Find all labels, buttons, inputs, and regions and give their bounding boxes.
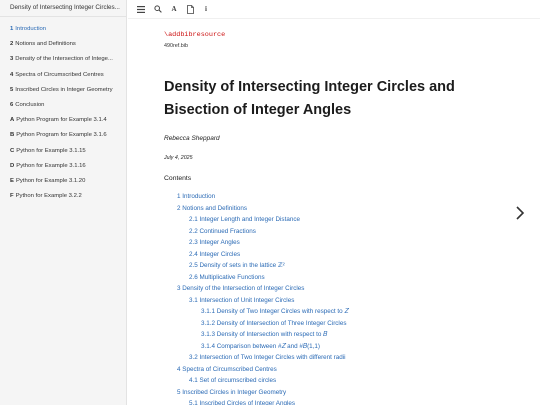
toc-link[interactable]: 5 Inscribed Circles in Integer Geometry bbox=[164, 387, 348, 399]
sidebar-item[interactable]: 2 Notions and Definitions bbox=[0, 37, 126, 52]
sidebar-item[interactable]: F Python for Example 3.2.2 bbox=[0, 189, 126, 204]
sidebar-item[interactable]: 3 Density of the Intersection of Intege..… bbox=[0, 52, 126, 67]
sidebar-item-number: A bbox=[10, 117, 15, 124]
sidebar-item-label: Conclusion bbox=[15, 101, 45, 108]
toc-link[interactable]: 2.3 Integer Angles bbox=[164, 237, 348, 249]
sidebar-item-label: Introduction bbox=[15, 26, 47, 32]
toc-link[interactable]: 3.1 Intersection of Unit Integer Circles bbox=[164, 295, 348, 307]
sidebar-item-label: Python Program for Example 3.1.4 bbox=[16, 117, 107, 124]
sidebar-item[interactable]: C Python for Example 3.1.15 bbox=[0, 144, 126, 159]
sidebar-item-number: 3 bbox=[10, 56, 14, 63]
sidebar-item-number: B bbox=[10, 132, 15, 139]
title-line-1: Density of Intersecting Integer Circles … bbox=[164, 79, 455, 95]
toc-link[interactable]: 3.1.1 Density of Two Integer Circles wit… bbox=[164, 306, 348, 318]
sidebar-item-label: Python for Example 3.1.16 bbox=[16, 162, 86, 169]
sidebar-item[interactable]: A Python Program for Example 3.1.4 bbox=[0, 113, 126, 128]
info-icon[interactable]: i bbox=[201, 4, 211, 14]
sidebar-item-number: E bbox=[10, 177, 14, 184]
sidebar-item[interactable]: 6 Conclusion bbox=[0, 98, 126, 113]
sidebar-item-number: C bbox=[10, 147, 15, 154]
sidebar-item-label: Notions and Definitions bbox=[15, 41, 76, 48]
toc-link[interactable]: 5.1 Inscribed Circles of Integer Angles bbox=[164, 398, 348, 405]
toc-link[interactable]: 2.6 Multiplicative Functions bbox=[164, 272, 348, 284]
sidebar-item[interactable]: D Python for Example 3.1.16 bbox=[0, 159, 126, 174]
sidebar-item-number: 1 bbox=[10, 26, 14, 32]
sidebar-title[interactable]: Density of Intersecting Integer Circles.… bbox=[0, 0, 126, 17]
sidebar-item-number: 2 bbox=[10, 41, 14, 48]
sidebar-item-label: Python for Example 3.1.20 bbox=[15, 177, 86, 184]
sidebar-list: 1 Introduction 2 Notions and Definitions 3 De… bbox=[0, 17, 126, 204]
toc-link[interactable]: 2 Notions and Definitions bbox=[164, 203, 348, 215]
search-icon[interactable] bbox=[153, 4, 163, 14]
sidebar-item[interactable]: 1 Introduction bbox=[0, 22, 126, 37]
bibresource-command: \addbibresource bbox=[164, 31, 226, 39]
sidebar-item-label: Python for Example 3.2.2 bbox=[15, 193, 82, 200]
date: July 4, 2025 bbox=[164, 155, 193, 161]
sidebar-item-number: D bbox=[10, 162, 15, 169]
sidebar-item-label: Python Program for Example 3.1.6 bbox=[16, 132, 107, 139]
bib-filename: 490ref.bib bbox=[164, 43, 188, 49]
toc-link[interactable]: 4 Spectra of Circumscribed Centres bbox=[164, 364, 348, 376]
sidebar-item-label: Spectra of Circumscribed Centres bbox=[15, 71, 104, 78]
sidebar-item[interactable]: B Python Program for Example 3.1.6 bbox=[0, 128, 126, 143]
toc-link[interactable]: 3.1.2 Density of Intersection of Three I… bbox=[164, 318, 348, 330]
sidebar-item-number: 6 bbox=[10, 101, 14, 108]
toc-link[interactable]: 1 Introduction bbox=[164, 191, 348, 203]
toc-link[interactable]: 2.2 Continued Fractions bbox=[164, 226, 348, 238]
toc-link[interactable]: 3 Density of the Intersection of Integer… bbox=[164, 283, 348, 295]
toc-link[interactable]: 2.5 Density of sets in the lattice ℤ² bbox=[164, 260, 348, 272]
sidebar-item[interactable]: E Python for Example 3.1.20 bbox=[0, 174, 126, 189]
font-size-icon[interactable]: A bbox=[169, 4, 179, 14]
sidebar-item-label: Density of the Intersection of Intege... bbox=[15, 56, 113, 63]
sidebar-item-number: 4 bbox=[10, 71, 14, 78]
toc-link[interactable]: 3.1.3 Density of Intersection with respe… bbox=[164, 329, 348, 341]
page-title: Density of Intersecting Integer Circles … bbox=[164, 76, 464, 122]
toc-link[interactable]: 4.1 Set of circumscribed circles bbox=[164, 375, 348, 387]
toc-link[interactable]: 2.1 Integer Length and Integer Distance bbox=[164, 214, 348, 226]
sidebar-item-label: Inscribed Circles in Integer Geometry bbox=[15, 86, 113, 93]
toolbar: A i bbox=[128, 0, 540, 19]
toc-link[interactable]: 3.2 Intersection of Two Integer Circles … bbox=[164, 352, 348, 364]
toc-link[interactable]: 3.1.4 Comparison between #𝑍 and #𝐵(1,1) bbox=[164, 341, 348, 353]
sidebar-item[interactable]: 5 Inscribed Circles in Integer Geometry bbox=[0, 83, 126, 98]
sidebar-item-number: F bbox=[10, 193, 14, 200]
pdf-icon[interactable] bbox=[185, 4, 195, 14]
table-of-contents: 1 Introduction 2 Notions and Definitions 2… bbox=[164, 191, 348, 405]
contents-heading: Contents bbox=[164, 175, 192, 182]
sidebar-item-label: Python for Example 3.1.15 bbox=[16, 147, 86, 154]
toc-link[interactable]: 2.4 Integer Circles bbox=[164, 249, 348, 261]
sidebar-item-number: 5 bbox=[10, 86, 14, 93]
author: Rebecca Sheppard bbox=[164, 135, 220, 142]
chevron-right-icon[interactable] bbox=[514, 205, 526, 221]
menu-icon[interactable] bbox=[136, 4, 146, 14]
sidebar-item[interactable]: 4 Spectra of Circumscribed Centres bbox=[0, 68, 126, 83]
sidebar: Density of Intersecting Integer Circles.… bbox=[0, 0, 127, 405]
title-line-2: Bisection of Integer Angles bbox=[164, 102, 352, 118]
